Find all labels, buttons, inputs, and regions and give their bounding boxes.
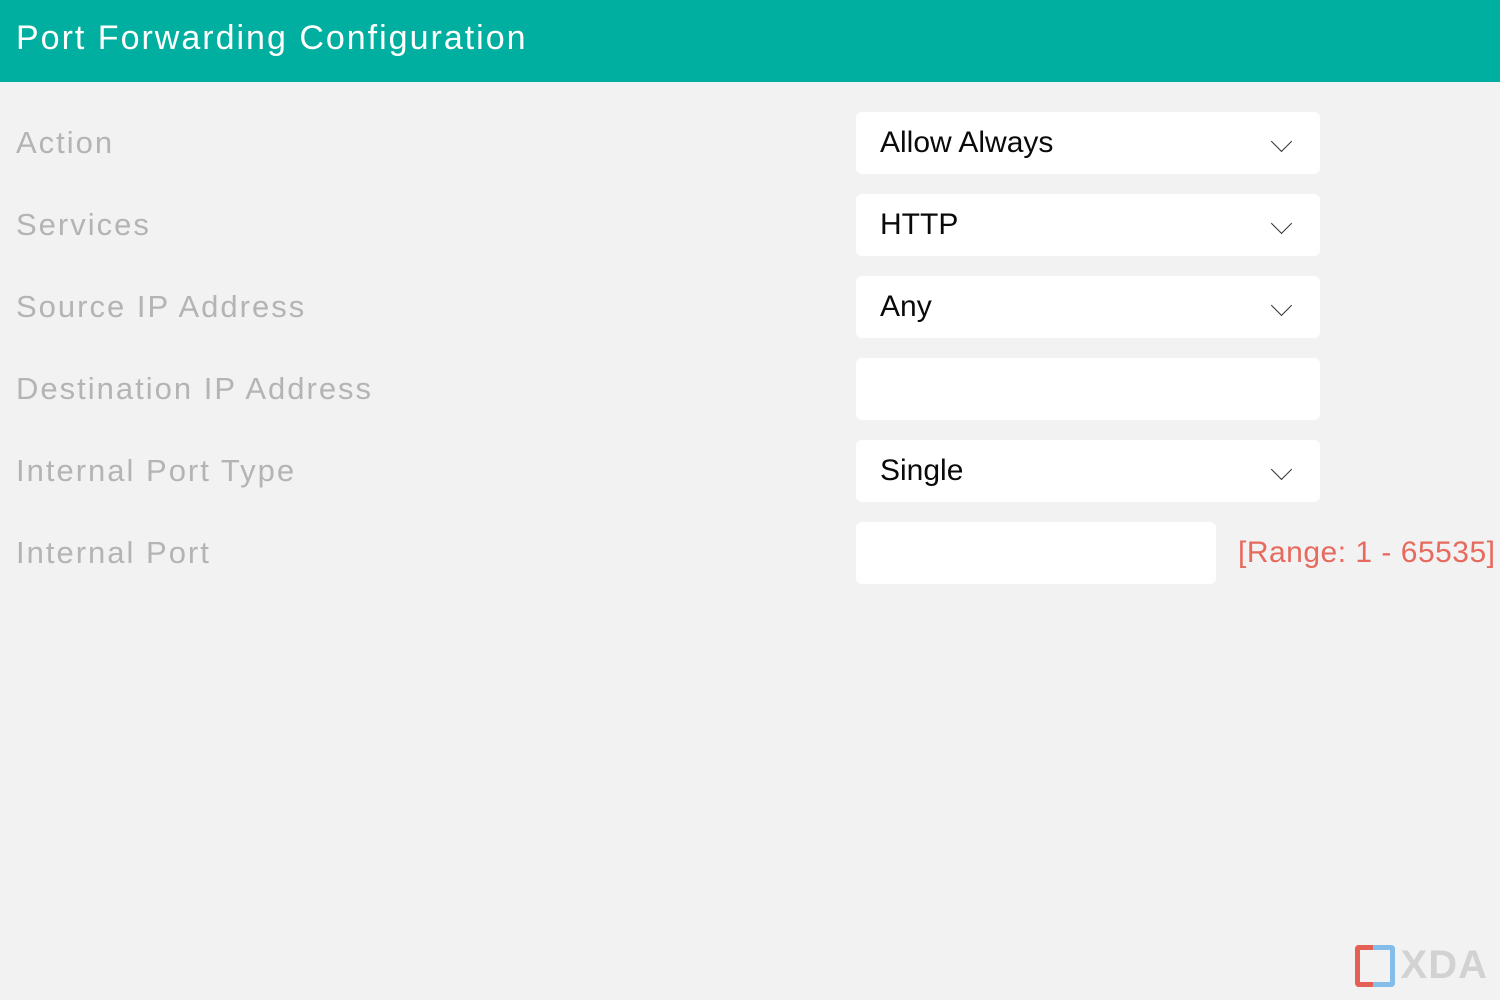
source-ip-select-value: Any (880, 290, 932, 324)
internal-port-range-hint: [Range: 1 - 65535] (1238, 536, 1496, 570)
source-ip-select[interactable]: Any (856, 276, 1320, 338)
config-form: Action Allow Always Services HTTP Source… (0, 82, 1500, 584)
services-select-value: HTTP (880, 208, 958, 242)
chevron-down-icon (1274, 462, 1292, 480)
chevron-down-icon (1274, 134, 1292, 152)
watermark-text: XDA (1401, 943, 1488, 988)
chevron-down-icon (1274, 216, 1292, 234)
xda-logo-icon (1355, 945, 1395, 987)
label-source-ip: Source IP Address (16, 289, 856, 325)
page-title: Port Forwarding Configuration (16, 19, 528, 58)
dest-ip-input[interactable] (856, 358, 1320, 420)
action-select[interactable]: Allow Always (856, 112, 1320, 174)
row-source-ip: Source IP Address Any (16, 276, 1320, 338)
internal-port-type-value: Single (880, 454, 963, 488)
label-internal-port-type: Internal Port Type (16, 453, 856, 489)
row-internal-port: Internal Port [Range: 1 - 65535] (16, 522, 1320, 584)
internal-port-input[interactable] (856, 522, 1216, 584)
action-select-value: Allow Always (880, 126, 1053, 160)
row-action: Action Allow Always (16, 112, 1320, 174)
internal-port-type-select[interactable]: Single (856, 440, 1320, 502)
services-select[interactable]: HTTP (856, 194, 1320, 256)
chevron-down-icon (1274, 298, 1292, 316)
label-services: Services (16, 207, 856, 243)
label-dest-ip: Destination IP Address (16, 371, 856, 407)
label-internal-port: Internal Port (16, 535, 856, 571)
xda-watermark: XDA (1355, 943, 1488, 988)
row-dest-ip: Destination IP Address (16, 358, 1320, 420)
row-services: Services HTTP (16, 194, 1320, 256)
page-header: Port Forwarding Configuration (0, 0, 1500, 82)
row-internal-port-type: Internal Port Type Single (16, 440, 1320, 502)
label-action: Action (16, 125, 856, 161)
